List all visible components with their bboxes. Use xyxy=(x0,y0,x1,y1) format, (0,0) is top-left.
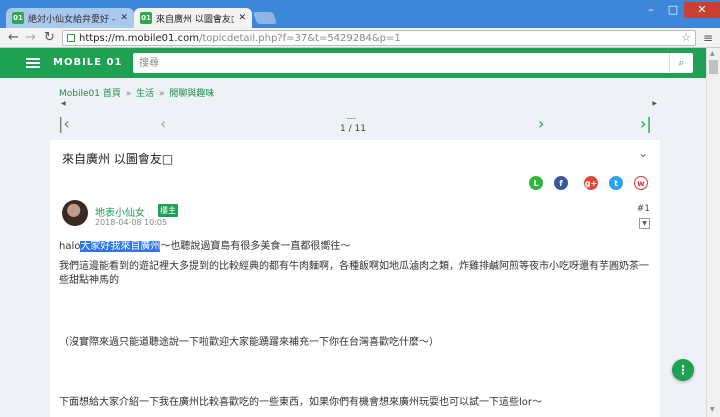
bookmark-star-icon[interactable]: ☆ xyxy=(681,31,691,44)
breadcrumb-separator: » xyxy=(125,89,132,99)
search-input[interactable] xyxy=(139,56,659,70)
tab-title: 絶対小仙女給弁愛好 - 閑聊 xyxy=(28,14,116,25)
post-paragraph: 下面想給大家介紹一下我在廣州比較喜歡吃的一些東西，如果你們有機會想來廣州玩耍也可… xyxy=(59,397,543,408)
mobile01-favicon: 01 xyxy=(140,12,152,24)
page-progress-dots: ...... xyxy=(346,112,356,121)
post-paragraph: halo大家好我來自廣州～也聽說過寶島有很多美食一直都很嚮往～ xyxy=(59,240,649,254)
url-host: https://m.mobile01.com xyxy=(79,32,199,44)
breadcrumb-chat[interactable]: 閒聊與趣味 xyxy=(169,89,214,99)
maximize-icon[interactable]: □ xyxy=(662,2,684,18)
post-date: 2018-04-08 10:05 xyxy=(95,218,168,227)
lock-icon xyxy=(67,34,75,42)
breadcrumb-separator: » xyxy=(159,89,165,99)
page-scrollbar[interactable]: ▲ ▼ xyxy=(706,48,720,417)
site-header: MOBILE 01 ⌕ xyxy=(0,48,706,78)
browser-tab-bar: 01 絶対小仙女給弁愛好 - 閑聊 ✕ 01 來自廣州 以圖會友□ - 閑 ✕ … xyxy=(0,0,720,28)
tab-close-icon[interactable]: ✕ xyxy=(120,13,128,23)
post-floor-number: #1 xyxy=(636,204,650,214)
topic-title: 來自廣州 以圖會友□ xyxy=(62,152,174,166)
minimize-icon[interactable]: – xyxy=(640,2,662,18)
tab-close-icon[interactable]: ✕ xyxy=(238,13,246,23)
window-close-icon[interactable]: ✕ xyxy=(684,2,720,18)
scroll-down-arrow-icon[interactable]: ▼ xyxy=(710,406,715,413)
more-options-fab[interactable]: ⋮ xyxy=(672,359,694,381)
weibo-share-icon[interactable]: w xyxy=(634,176,648,190)
scroll-thumb[interactable] xyxy=(709,60,718,74)
selected-text: 大家好我來自廣州 xyxy=(80,241,161,252)
breadcrumb-home[interactable]: Mobile01 首頁 xyxy=(59,89,121,99)
pagination: |‹ ‹ ...... 1 / 11 › ›| xyxy=(50,112,660,138)
url-path: /topicdetail.php?f=37&t=5429284&p=1 xyxy=(198,32,401,44)
breadcrumb-life[interactable]: 生活 xyxy=(136,89,154,99)
post-options-dropdown-icon[interactable]: ▼ xyxy=(639,218,650,229)
scroll-left-arrow-icon[interactable]: ◀ xyxy=(61,100,66,107)
twitter-share-icon[interactable]: t xyxy=(609,176,623,190)
post-paragraph: （沒實際來過只能道聽途說一下啦歡迎大家能踴躍來補充一下你在台灣喜歡吃什麼～） xyxy=(59,337,439,348)
breadcrumb-scroll: ◀ ▶ xyxy=(59,100,659,108)
facebook-share-icon[interactable]: f xyxy=(554,176,568,190)
first-page-icon[interactable]: |‹ xyxy=(58,114,70,134)
post-paragraph: 我們這邊能看到的遊記裡大多提到的比較經典的都有牛肉麵啊，各種飯啊如地瓜滷肉之類，… xyxy=(59,261,649,286)
forward-arrow-icon[interactable]: → xyxy=(25,30,36,46)
breadcrumb: Mobile01 首頁 » 生活 » 閒聊與趣味 xyxy=(59,86,214,99)
reload-icon[interactable]: ↻ xyxy=(44,30,55,46)
post-text: halo xyxy=(59,241,81,252)
scroll-right-arrow-icon[interactable]: ▶ xyxy=(652,100,657,107)
page-count[interactable]: 1 / 11 xyxy=(340,124,366,134)
browser-menu-icon[interactable]: ≡ xyxy=(703,31,713,45)
search-icon[interactable]: ⌕ xyxy=(669,53,693,73)
author-role-badge: 樓主 xyxy=(158,204,178,217)
author-name[interactable]: 地表小仙女 xyxy=(95,204,145,219)
next-page-icon[interactable]: › xyxy=(538,114,544,134)
back-arrow-icon[interactable]: ← xyxy=(8,30,19,46)
post-text: ～也聽說過寶島有很多美食一直都很嚮往～ xyxy=(160,241,351,252)
avatar[interactable] xyxy=(62,200,88,226)
last-page-icon[interactable]: ›| xyxy=(640,114,652,134)
site-logo[interactable]: MOBILE 01 xyxy=(53,57,122,68)
browser-tab-1[interactable]: 01 絶対小仙女給弁愛好 - 閑聊 ✕ xyxy=(6,8,134,28)
tab-title: 來自廣州 以圖會友□ - 閑 xyxy=(156,14,234,25)
previous-page-icon[interactable]: ‹ xyxy=(160,114,166,134)
url-input[interactable]: https://m.mobile01.com /topicdetail.php?… xyxy=(62,30,696,46)
new-tab-button[interactable] xyxy=(252,12,278,24)
scroll-up-arrow-icon[interactable]: ▲ xyxy=(710,50,715,57)
google-plus-share-icon[interactable]: g+ xyxy=(584,176,598,190)
browser-tab-2[interactable]: 01 來自廣州 以圖會友□ - 閑 ✕ xyxy=(134,8,252,28)
mobile01-favicon: 01 xyxy=(12,12,24,24)
chevron-down-icon[interactable]: ⌄ xyxy=(638,146,648,160)
search-box: ⌕ xyxy=(133,53,693,73)
post-card: 來自廣州 以圖會友□ ⌄ L f g+ t w 地表小仙女 樓主 2018-04… xyxy=(50,140,660,417)
hamburger-menu-icon[interactable] xyxy=(26,58,40,68)
address-bar-row: ← → ↻ https://m.mobile01.com /topicdetai… xyxy=(0,28,720,48)
line-share-icon[interactable]: L xyxy=(529,176,543,190)
